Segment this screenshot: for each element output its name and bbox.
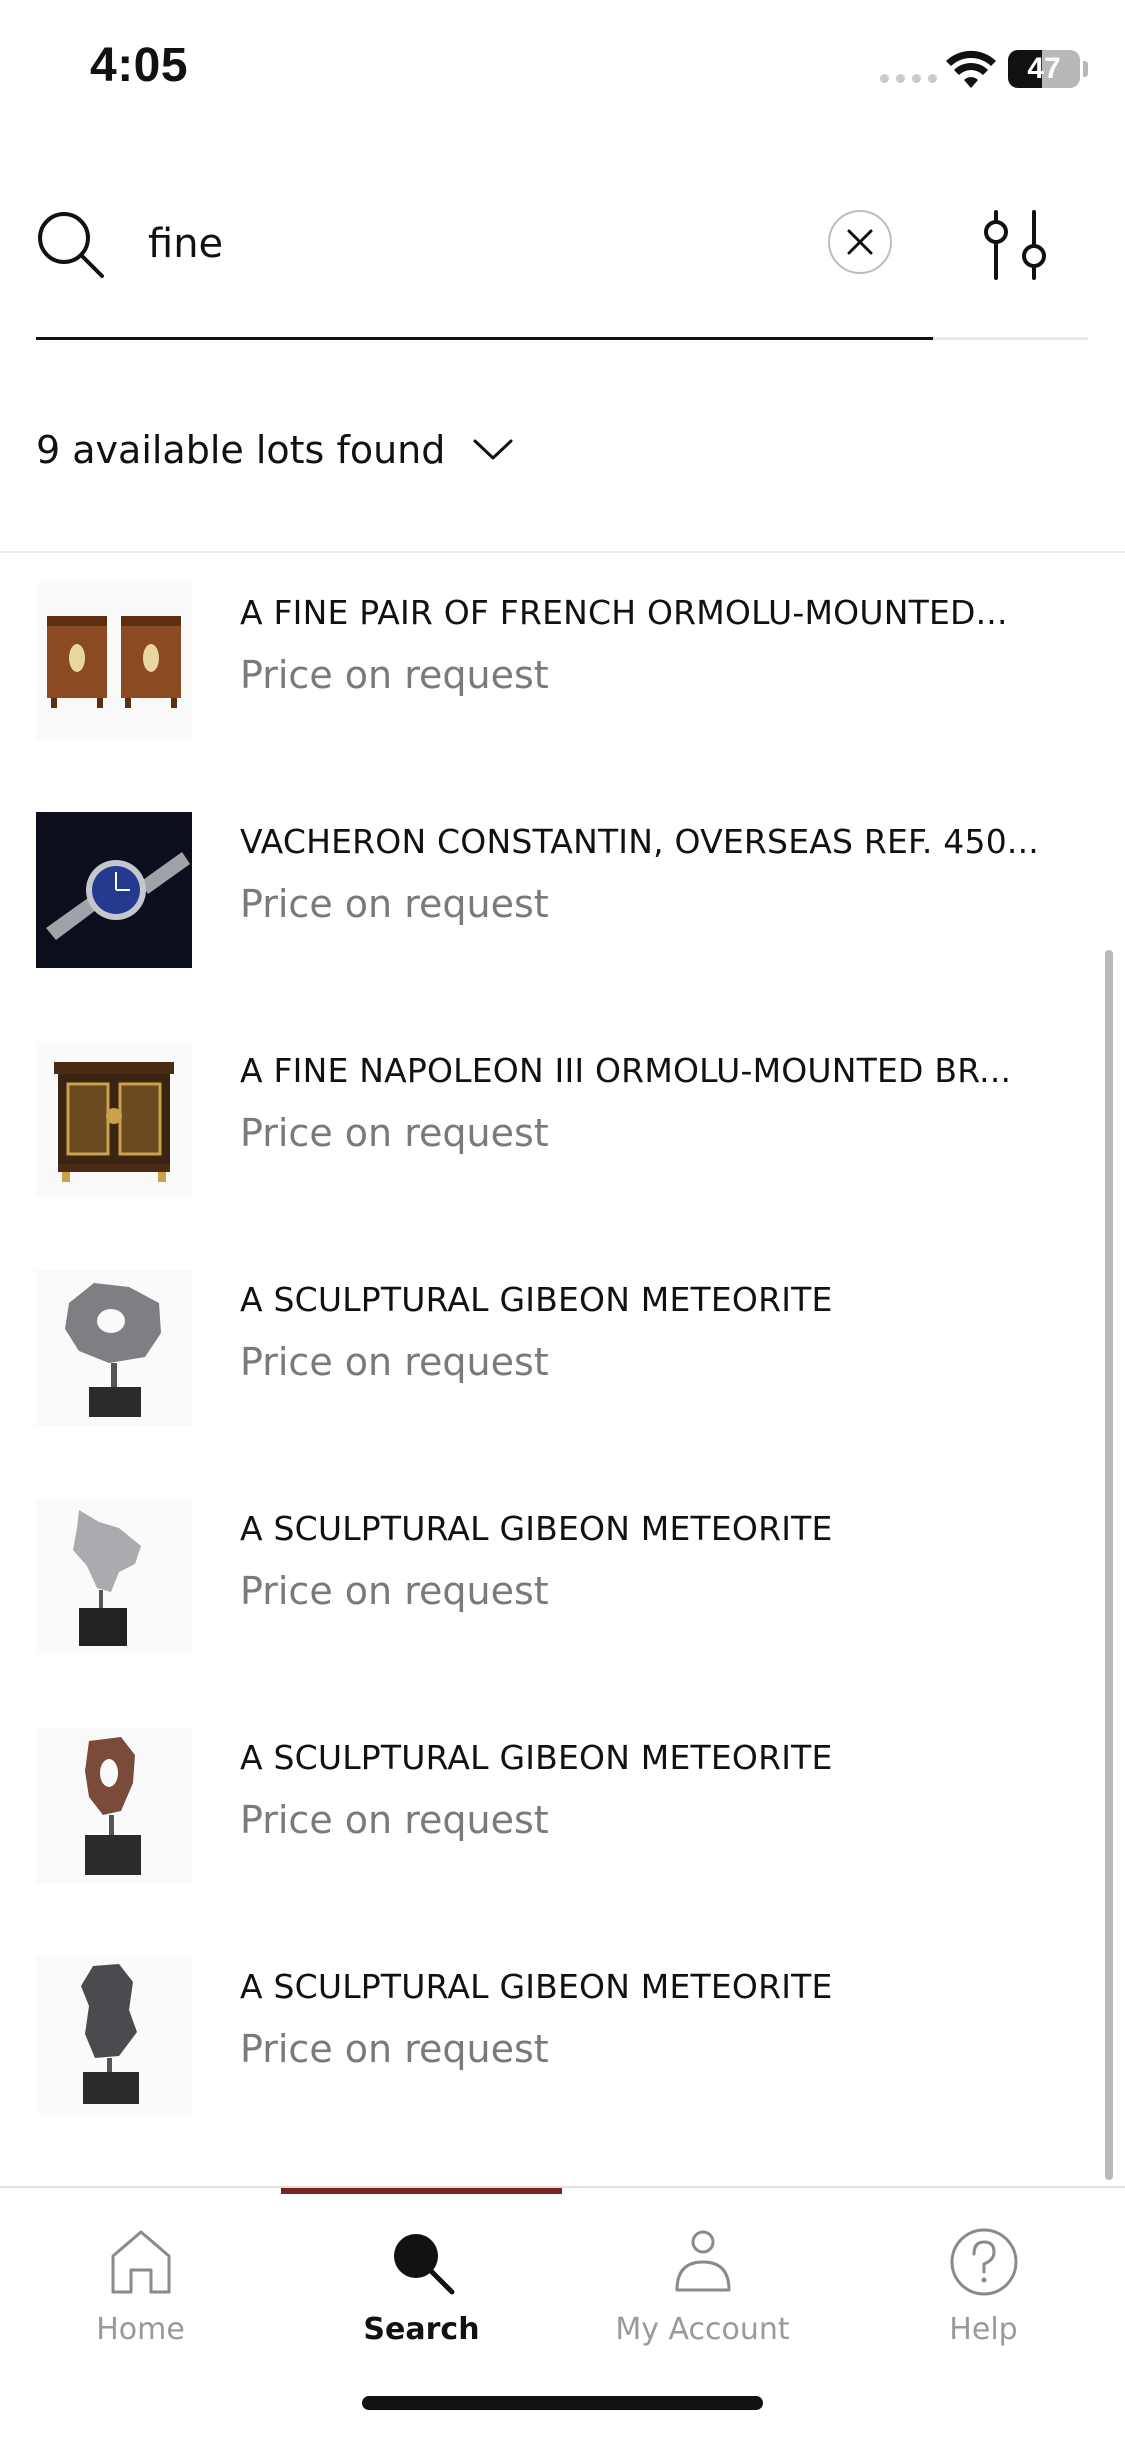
cabinet-image	[54, 1062, 174, 1182]
tab-label: Home	[96, 2312, 185, 2347]
meteorite-image	[85, 1737, 141, 1875]
tab-help[interactable]: Help	[843, 2208, 1124, 2368]
meteorite-image	[65, 1283, 161, 1417]
results-count: 9 available lots found	[36, 428, 446, 472]
lot-price: Price on request	[240, 1340, 549, 1384]
lot-thumbnail	[36, 1270, 192, 1426]
lot-item[interactable]: A SCULPTURAL GIBEON METEORITE Price on r…	[0, 1698, 1110, 1927]
lot-item[interactable]: A FINE NAPOLEON III ORMOLU-MOUNTED BR...…	[0, 1011, 1110, 1240]
lot-price: Price on request	[240, 1569, 549, 1613]
tab-label: My Account	[615, 2312, 790, 2347]
active-tab-indicator	[281, 2188, 562, 2194]
lot-title: A SCULPTURAL GIBEON METEORITE	[240, 1738, 833, 1777]
meteorite-image	[73, 1510, 141, 1646]
search-input[interactable]	[146, 208, 850, 280]
tab-search[interactable]: Search	[281, 2208, 562, 2368]
search-bar	[36, 180, 1088, 340]
lot-item[interactable]: A SCULPTURAL GIBEON METEORITE Price on r…	[0, 1927, 1110, 2156]
lot-title: A FINE NAPOLEON III ORMOLU-MOUNTED BR...	[240, 1051, 1012, 1090]
battery-nub	[1083, 61, 1088, 77]
tab-label: Help	[949, 2312, 1018, 2347]
watch-image	[36, 838, 192, 942]
lot-thumbnail	[36, 583, 192, 739]
home-indicator	[362, 2396, 763, 2410]
lot-item[interactable]: A FINE PAIR OF FRENCH ORMOLU-MOUNTED... …	[0, 553, 1110, 782]
chevron-down-icon	[473, 439, 513, 460]
lot-item[interactable]: A SCULPTURAL GIBEON METEORITE Price on r…	[0, 1240, 1110, 1469]
lot-price: Price on request	[240, 653, 549, 697]
lot-list: A FINE PAIR OF FRENCH ORMOLU-MOUNTED... …	[0, 553, 1125, 2183]
lot-thumbnail	[36, 1499, 192, 1655]
battery-level: 47	[1027, 52, 1061, 85]
results-summary-toggle[interactable]: 9 available lots found	[36, 420, 513, 480]
search-underline	[933, 337, 1088, 340]
status-bar: 4:05 47	[0, 0, 1125, 140]
close-icon	[847, 229, 873, 255]
home-icon	[111, 2230, 170, 2294]
status-time: 4:05	[90, 39, 189, 92]
tab-label: Search	[363, 2312, 480, 2347]
lot-price: Price on request	[240, 882, 549, 926]
cellular-signal-icon	[880, 74, 937, 83]
lot-title: A SCULPTURAL GIBEON METEORITE	[240, 1509, 833, 1548]
search-underline-active	[36, 337, 933, 340]
lot-thumbnail	[36, 1957, 192, 2113]
lot-thumbnail	[36, 1041, 192, 1197]
clear-search-button[interactable]	[828, 210, 892, 274]
scrollbar[interactable]	[1105, 950, 1113, 2180]
lot-item[interactable]: VACHERON CONSTANTIN, OVERSEAS REF. 450..…	[0, 782, 1110, 1011]
lot-price: Price on request	[240, 2027, 549, 2071]
filter-icon[interactable]	[976, 210, 1056, 280]
cabinet-pair-image	[47, 616, 181, 708]
lot-thumbnail	[36, 1728, 192, 1884]
lot-price: Price on request	[240, 1798, 549, 1842]
wifi-icon	[946, 50, 996, 88]
search-icon	[38, 212, 104, 278]
lot-thumbnail	[36, 812, 192, 968]
search-icon	[393, 2234, 454, 2295]
meteorite-image	[81, 1964, 139, 2104]
lot-title: VACHERON CONSTANTIN, OVERSEAS REF. 450..…	[240, 822, 1039, 861]
battery-icon: 47	[1008, 50, 1080, 88]
lot-title: A SCULPTURAL GIBEON METEORITE	[240, 1280, 833, 1319]
lot-price: Price on request	[240, 1111, 549, 1155]
lot-item[interactable]: A SCULPTURAL GIBEON METEORITE Price on r…	[0, 1469, 1110, 1698]
help-icon	[950, 2228, 1017, 2296]
lot-title: A SCULPTURAL GIBEON METEORITE	[240, 1967, 833, 2006]
tab-home[interactable]: Home	[0, 2208, 281, 2368]
tab-my-account[interactable]: My Account	[562, 2208, 843, 2368]
person-icon	[675, 2230, 730, 2292]
lot-title: A FINE PAIR OF FRENCH ORMOLU-MOUNTED...	[240, 593, 1008, 632]
